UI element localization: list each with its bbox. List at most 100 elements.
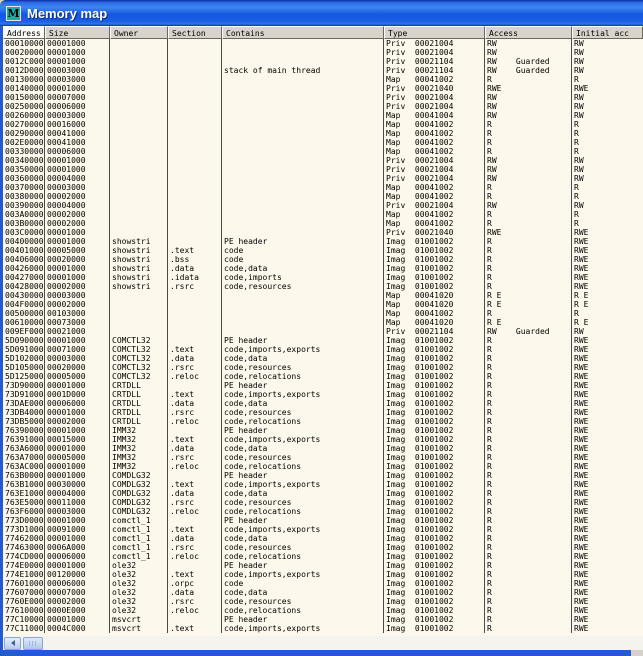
column-header-contains[interactable]: Contains <box>222 26 384 39</box>
cell-owner <box>110 174 168 183</box>
memory-row-00290000[interactable]: 0029000000041000Map 00041002RR <box>3 129 643 138</box>
memory-row-003B0000[interactable]: 003B000000002000Map 00041002RR <box>3 219 643 228</box>
memory-row-5D102000[interactable]: 5D10200000003000COMCTL32.datacode,dataIm… <box>3 354 643 363</box>
cell-address: 00390000 <box>3 201 45 210</box>
memory-row-00270000[interactable]: 0027000000016000Map 00041002RR <box>3 120 643 129</box>
memory-row-00150000[interactable]: 0015000000007000Priv 00021004RWRW <box>3 93 643 102</box>
left-arrow-icon <box>11 640 15 646</box>
memory-row-00130000[interactable]: 0013000000003000Map 00041002RR <box>3 75 643 84</box>
cell-initial-access: RWE <box>572 282 643 291</box>
memory-row-77C11000[interactable]: 77C110000004C000msvcrt.textcode,imports,… <box>3 624 643 633</box>
memory-row-773D1000[interactable]: 773D100000091000comctl_1.textcode,import… <box>3 525 643 534</box>
memory-row-004F0000[interactable]: 004F000000002000Map 00041020R ER E <box>3 300 643 309</box>
memory-row-00427000[interactable]: 0042700000001000showstri.idatacode,impor… <box>3 273 643 282</box>
memory-row-73DB4000[interactable]: 73DB400000001000CRTDLL.rsrccode,resource… <box>3 408 643 417</box>
memory-row-00340000[interactable]: 0034000000001000Priv 00021004RWRW <box>3 156 643 165</box>
memory-row-76391000[interactable]: 7639100000015000IMM32.textcode,imports,e… <box>3 435 643 444</box>
cell-address: 003A0000 <box>3 210 45 219</box>
cell-type: Priv 00021004 <box>384 48 485 57</box>
column-header-address[interactable]: Address <box>3 26 45 39</box>
titlebar[interactable]: M Memory map <box>0 0 643 26</box>
memory-row-00610000[interactable]: 0061000000073000Map 00041020R ER E <box>3 318 643 327</box>
scroll-left-button[interactable] <box>4 637 21 650</box>
memory-row-00428000[interactable]: 0042800000002000showstri.rsrccode,resour… <box>3 282 643 291</box>
memory-row-5D125000[interactable]: 5D12500000005000COMCTL32.reloccode,reloc… <box>3 372 643 381</box>
memory-row-763E1000[interactable]: 763E100000004000COMDLG32.datacode,dataIm… <box>3 489 643 498</box>
memory-row-00250000[interactable]: 0025000000006000Priv 00021004RWRW <box>3 102 643 111</box>
memory-row-763F6000[interactable]: 763F600000003000COMDLG32.reloccode,reloc… <box>3 507 643 516</box>
memory-row-00380000[interactable]: 0038000000002000Map 00041002RR <box>3 192 643 201</box>
memory-row-77463000[interactable]: 774630000006A000comctl_1.rsrccode,resour… <box>3 543 643 552</box>
memory-row-77610000[interactable]: 776100000000E000ole32.reloccode,relocati… <box>3 606 643 615</box>
memory-row-5D090000[interactable]: 5D09000000001000COMCTL32PE headerImag 01… <box>3 336 643 345</box>
memory-row-774E0000[interactable]: 774E000000001000ole32PE headerImag 01001… <box>3 561 643 570</box>
memory-row-77607000[interactable]: 7760700000007000ole32.datacode,dataImag … <box>3 588 643 597</box>
memory-row-00370000[interactable]: 0037000000003000Map 00041002RR <box>3 183 643 192</box>
memory-row-00010000[interactable]: 0001000000001000Priv 00021004RWRW <box>3 39 643 48</box>
memory-row-002E0000[interactable]: 002E000000041000Map 00041002RR <box>3 138 643 147</box>
cell-contains: code <box>222 255 384 264</box>
scrollbar-thumb[interactable] <box>23 637 43 650</box>
cell-access: R <box>485 588 572 597</box>
memory-row-0012C000[interactable]: 0012C00000001000Priv 00021104RW GuardedR… <box>3 57 643 66</box>
cell-access: R <box>485 237 572 246</box>
memory-row-003A0000[interactable]: 003A000000002000Map 00041002RR <box>3 210 643 219</box>
memory-row-00400000[interactable]: 0040000000001000showstriPE headerImag 01… <box>3 237 643 246</box>
memory-row-00140000[interactable]: 0014000000001000Priv 00021040RWERWE <box>3 84 643 93</box>
cell-contains <box>222 174 384 183</box>
memory-row-76390000[interactable]: 7639000000001000IMM32PE headerImag 01001… <box>3 426 643 435</box>
cell-size: 00002000 <box>45 192 110 201</box>
memory-row-00406000[interactable]: 0040600000020000showstri.bsscodeImag 010… <box>3 255 643 264</box>
memory-row-77C10000[interactable]: 77C1000000001000msvcrtPE headerImag 0100… <box>3 615 643 624</box>
cell-owner: msvcrt <box>110 615 168 624</box>
column-header-initial-access[interactable]: Initial acc <box>572 26 643 39</box>
memory-row-763E5000[interactable]: 763E500000011000COMDLG32.rsrccode,resour… <box>3 498 643 507</box>
memory-row-00330000[interactable]: 0033000000006000Map 00041002RR <box>3 147 643 156</box>
memory-row-774E1000[interactable]: 774E100000120000ole32.textcode,imports,e… <box>3 570 643 579</box>
memory-row-00260000[interactable]: 0026000000003000Map 00041004RWRW <box>3 111 643 120</box>
memory-row-7760E000[interactable]: 7760E00000002000ole32.rsrccode,resources… <box>3 597 643 606</box>
memory-row-763A6000[interactable]: 763A600000001000IMM32.datacode,dataImag … <box>3 444 643 453</box>
cell-section: .text <box>168 570 222 579</box>
memory-row-763B1000[interactable]: 763B100000030000COMDLG32.textcode,import… <box>3 480 643 489</box>
memory-row-73DB5000[interactable]: 73DB500000002000CRTDLL.reloccode,relocat… <box>3 417 643 426</box>
memory-row-00430000[interactable]: 0043000000003000Map 00041020R ER E <box>3 291 643 300</box>
memory-row-00401000[interactable]: 0040100000005000showstri.textcodeImag 01… <box>3 246 643 255</box>
memory-row-763AC000[interactable]: 763AC00000001000IMM32.reloccode,relocati… <box>3 462 643 471</box>
column-header-type[interactable]: Type <box>384 26 485 39</box>
cell-address: 00330000 <box>3 147 45 156</box>
memory-row-73D91000[interactable]: 73D910000001D000CRTDLL.textcode,imports,… <box>3 390 643 399</box>
cell-section: .text <box>168 435 222 444</box>
memory-row-77601000[interactable]: 7760100000006000ole32.orpccodeImag 01001… <box>3 579 643 588</box>
memory-row-763A7000[interactable]: 763A700000005000IMM32.rsrccode,resources… <box>3 453 643 462</box>
memory-row-00350000[interactable]: 0035000000001000Priv 00021004RWRW <box>3 165 643 174</box>
memory-row-009EF000[interactable]: 009EF00000021000Priv 00021104RW GuardedR… <box>3 327 643 336</box>
memory-row-00426000[interactable]: 0042600000001000showstri.datacode,dataIm… <box>3 264 643 273</box>
cell-initial-access: RWE <box>572 489 643 498</box>
memory-row-763B0000[interactable]: 763B000000001000COMDLG32PE headerImag 01… <box>3 471 643 480</box>
memory-row-773D0000[interactable]: 773D000000001000comctl_1PE headerImag 01… <box>3 516 643 525</box>
column-header-section[interactable]: Section <box>168 26 222 39</box>
column-header-size[interactable]: Size <box>45 26 110 39</box>
column-header-access[interactable]: Access <box>485 26 572 39</box>
scrollbar-track[interactable] <box>43 636 643 650</box>
column-header-owner[interactable]: Owner <box>110 26 168 39</box>
cell-size: 00003000 <box>45 507 110 516</box>
cell-initial-access: RWE <box>572 84 643 93</box>
memory-row-77462000[interactable]: 7746200000001000comctl_1.datacode,dataIm… <box>3 534 643 543</box>
cell-access: RW <box>485 102 572 111</box>
cell-owner: comctl_1 <box>110 516 168 525</box>
memory-row-00390000[interactable]: 0039000000004000Priv 00021004RWRW <box>3 201 643 210</box>
cell-owner: showstri <box>110 255 168 264</box>
memory-row-00360000[interactable]: 0036000000004000Priv 00021004RWRW <box>3 174 643 183</box>
memory-row-5D105000[interactable]: 5D10500000020000COMCTL32.rsrccode,resour… <box>3 363 643 372</box>
memory-row-00020000[interactable]: 0002000000001000Priv 00021004RWRW <box>3 48 643 57</box>
memory-row-0012D000[interactable]: 0012D00000003000stack of main threadPriv… <box>3 66 643 75</box>
memory-row-5D091000[interactable]: 5D09100000071000COMCTL32.textcode,import… <box>3 345 643 354</box>
cell-type: Imag 01001002 <box>384 615 485 624</box>
memory-row-73D90000[interactable]: 73D9000000001000CRTDLLPE headerImag 0100… <box>3 381 643 390</box>
memory-row-73DAE000[interactable]: 73DAE00000006000CRTDLL.datacode,dataImag… <box>3 399 643 408</box>
memory-row-003C0000[interactable]: 003C000000001000Priv 00021040RWERWE <box>3 228 643 237</box>
memory-row-774CD000[interactable]: 774CD00000006000comctl_1.reloccode,reloc… <box>3 552 643 561</box>
memory-row-00500000[interactable]: 0050000000103000Map 00041002RR <box>3 309 643 318</box>
